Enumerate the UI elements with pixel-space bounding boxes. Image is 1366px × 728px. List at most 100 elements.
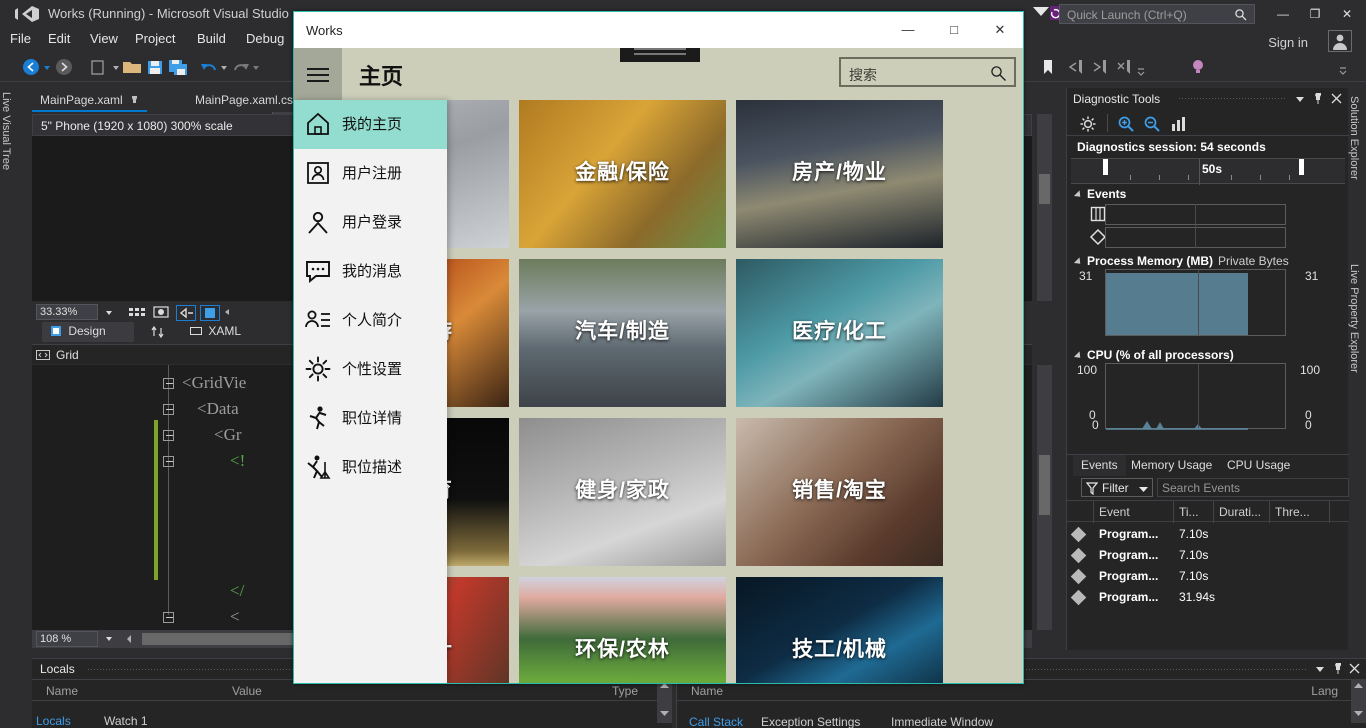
cpu-chart[interactable] — [1105, 363, 1286, 430]
menu-project[interactable]: Project — [135, 31, 175, 46]
back-dropdown-icon[interactable] — [42, 58, 52, 76]
category-tile[interactable]: 金融/保险 — [519, 100, 726, 248]
redo-dropdown-icon[interactable] — [252, 58, 260, 76]
filter-button[interactable]: Filter — [1081, 478, 1153, 497]
editor-vertical-scrollbar[interactable] — [1037, 365, 1052, 630]
swap-panes-icon[interactable] — [150, 325, 166, 339]
designer-vertical-scrollbar[interactable] — [1037, 114, 1052, 301]
nav-item-5[interactable]: 个性设置 — [294, 345, 447, 394]
nav-item-0[interactable]: 我的主页 — [294, 100, 447, 149]
menu-view[interactable]: View — [90, 31, 118, 46]
hamburger-menu-button[interactable] — [294, 48, 342, 100]
memory-expander-icon[interactable] — [1073, 257, 1084, 267]
editor-zoom-dropdown[interactable]: 108 % — [36, 631, 98, 647]
bottom-tab-immediate-window[interactable]: Immediate Window — [891, 715, 993, 728]
dock-tab-live-visual-tree[interactable]: Live Visual Tree — [0, 88, 18, 328]
previous-bookmark-icon[interactable] — [1068, 58, 1084, 76]
chart-icon[interactable] — [1169, 115, 1187, 133]
outlining-toggle[interactable] — [163, 378, 174, 389]
chevron-down-icon[interactable] — [104, 305, 114, 319]
bookmark-icon[interactable] — [1040, 58, 1056, 76]
code-text[interactable]: <! — [230, 451, 245, 471]
category-tile[interactable]: 健身/家政 — [519, 418, 726, 566]
save-all-icon[interactable] — [168, 58, 188, 76]
code-text[interactable]: < — [230, 607, 240, 627]
nav-item-7[interactable]: 职位描述 — [294, 443, 447, 492]
editor-scroll-thumb[interactable] — [1039, 455, 1050, 515]
doc-tab-mainpage-xaml-cs[interactable]: MainPage.xaml.cs — [187, 88, 301, 112]
outlining-toggle[interactable] — [163, 430, 174, 441]
pin-icon[interactable] — [130, 95, 139, 104]
nav-item-4[interactable]: 个人简介 — [294, 296, 447, 345]
code-text[interactable]: <Data — [197, 399, 239, 419]
timeline-end-marker[interactable] — [1299, 159, 1304, 175]
event-row[interactable]: Program... 7.10s — [1067, 545, 1349, 566]
code-text[interactable]: </ — [230, 581, 244, 601]
event-row[interactable]: Program... 7.10s — [1067, 566, 1349, 587]
bottom-tab-exception-settings[interactable]: Exception Settings — [761, 715, 860, 728]
outlining-toggle[interactable] — [163, 612, 174, 623]
vs-minimize-button[interactable]: — — [1270, 4, 1296, 24]
search-events-input[interactable]: Search Events — [1157, 478, 1349, 497]
vs-close-button[interactable]: ✕ — [1334, 4, 1360, 24]
notification-flag-icon[interactable] — [1031, 5, 1059, 23]
undo-dropdown-icon[interactable] — [220, 58, 228, 76]
search-icon[interactable] — [990, 65, 1007, 82]
category-tile[interactable]: 技工/机械 — [736, 577, 943, 683]
bottom-tab-call-stack[interactable]: Call Stack — [689, 715, 743, 728]
close-icon[interactable] — [1349, 663, 1360, 674]
bottom-tab-watch1[interactable]: Watch 1 — [104, 714, 148, 728]
nav-item-6[interactable]: 职位详情 — [294, 394, 447, 443]
tab-cpu-usage[interactable]: CPU Usage — [1219, 455, 1298, 477]
menu-debug[interactable]: Debug — [246, 31, 284, 46]
clear-bookmarks-icon[interactable] — [1116, 58, 1132, 76]
nav-item-1[interactable]: 用户注册 — [294, 149, 447, 198]
works-maximize-button[interactable]: □ — [931, 12, 977, 48]
bookmark-overflow-icon[interactable] — [1136, 58, 1146, 76]
navigate-back-icon[interactable] — [22, 58, 40, 76]
category-tile[interactable]: 销售/淘宝 — [736, 418, 943, 566]
show-adorners-icon[interactable] — [176, 305, 196, 321]
designer-scroll-thumb[interactable] — [1039, 174, 1050, 204]
gear-icon[interactable] — [1079, 115, 1097, 133]
menu-file[interactable]: File — [10, 31, 31, 46]
quick-launch-input[interactable]: Quick Launch (Ctrl+Q) — [1059, 4, 1255, 24]
collapse-pane-icon[interactable] — [222, 305, 232, 319]
tab-design[interactable]: Design — [42, 322, 134, 342]
category-tile[interactable]: 房产/物业 — [736, 100, 943, 248]
category-tile[interactable]: 环保/农林 — [519, 577, 726, 683]
works-minimize-button[interactable]: — — [885, 12, 931, 48]
undo-icon[interactable] — [200, 58, 218, 76]
diagnostics-timeline[interactable]: 50s — [1071, 158, 1345, 185]
save-icon[interactable] — [146, 58, 164, 76]
designer-zoom-dropdown[interactable]: 33.33% — [36, 304, 98, 320]
dock-tab-solution-explorer[interactable]: Solution Explorer — [1348, 90, 1366, 250]
zoom-in-icon[interactable] — [1117, 115, 1135, 133]
timeline-start-marker[interactable] — [1103, 159, 1108, 175]
category-tile[interactable]: 汽车/制造 — [519, 259, 726, 407]
next-bookmark-icon[interactable] — [1092, 58, 1108, 76]
redo-icon[interactable] — [232, 58, 250, 76]
code-text[interactable]: <Gr — [214, 425, 242, 445]
pin-icon[interactable] — [1313, 92, 1324, 105]
events-expander-icon[interactable] — [1073, 190, 1084, 200]
event-row[interactable]: Program... 7.10s — [1067, 524, 1349, 545]
scroll-left-icon[interactable] — [124, 633, 134, 645]
cpu-expander-icon[interactable] — [1073, 351, 1084, 361]
chevron-down-icon[interactable] — [1294, 94, 1306, 104]
doc-tab-mainpage-xaml[interactable]: MainPage.xaml — [32, 88, 148, 112]
tab-xaml[interactable]: XAML — [182, 322, 264, 342]
tab-memory-usage[interactable]: Memory Usage — [1123, 455, 1220, 477]
nav-item-3[interactable]: 我的消息 — [294, 247, 447, 296]
code-text[interactable]: <GridVie — [182, 373, 246, 393]
effects-icon[interactable] — [152, 305, 170, 319]
open-file-icon[interactable] — [122, 58, 142, 76]
nav-item-2[interactable]: 用户登录 — [294, 198, 447, 247]
chevron-down-icon[interactable] — [1314, 664, 1326, 674]
works-close-button[interactable]: ✕ — [977, 12, 1023, 48]
zoom-out-icon[interactable] — [1143, 115, 1161, 133]
bottom-tab-locals[interactable]: Locals — [36, 714, 71, 728]
pin-icon[interactable] — [1333, 662, 1344, 675]
outlining-toggle[interactable] — [163, 404, 174, 415]
toolbar-overflow-icon[interactable] — [1338, 58, 1348, 76]
